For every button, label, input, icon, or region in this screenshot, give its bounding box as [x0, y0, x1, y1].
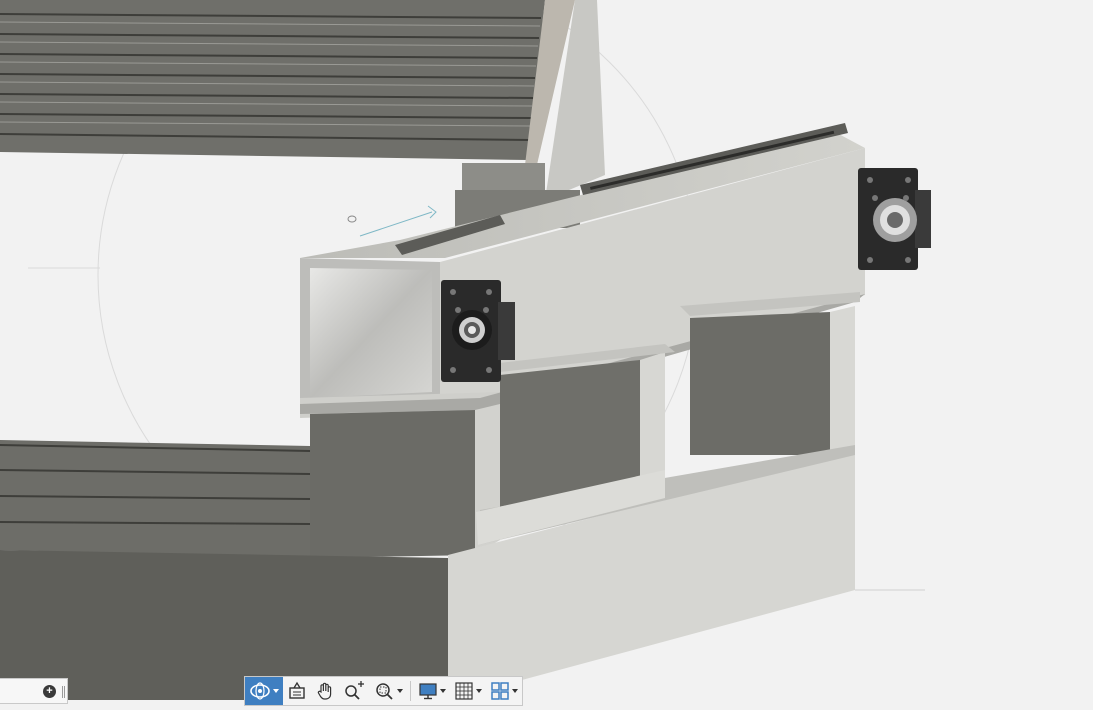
model-viewport[interactable]	[0, 0, 1093, 710]
display-tools	[414, 677, 522, 705]
display-dropdown-caret[interactable]	[440, 689, 446, 693]
look-at-button[interactable]	[283, 677, 311, 705]
look-at-icon	[289, 681, 305, 699]
navigation-tools	[245, 677, 407, 705]
orbit-button[interactable]	[245, 677, 283, 705]
toolbar-divider	[410, 681, 411, 701]
pan-hand-icon	[317, 682, 332, 700]
sketch-point-marker	[347, 215, 357, 223]
grid-snaps-icon	[455, 682, 473, 700]
zoom-button[interactable]	[339, 677, 369, 705]
pan-button[interactable]	[311, 677, 339, 705]
panel-grip-icon[interactable]	[62, 686, 65, 698]
viewports-dropdown-caret[interactable]	[512, 689, 518, 693]
fit-dropdown-caret[interactable]	[397, 689, 403, 693]
orbit-icon	[250, 682, 270, 700]
grid-snaps-button[interactable]	[450, 677, 486, 705]
display-settings-icon	[419, 683, 437, 700]
display-settings-button[interactable]	[414, 677, 450, 705]
zoom-icon	[345, 681, 364, 700]
axis-arrow	[359, 205, 437, 237]
viewports-icon	[491, 682, 509, 700]
navigation-bar	[244, 676, 523, 706]
upper-extrusion	[0, 0, 545, 160]
orbit-dropdown-caret[interactable]	[273, 689, 279, 693]
comments-panel: +	[0, 678, 68, 704]
viewports-button[interactable]	[486, 677, 522, 705]
fit-window-button[interactable]	[369, 677, 407, 705]
grid-dropdown-caret[interactable]	[476, 689, 482, 693]
fit-window-icon	[376, 683, 393, 700]
bearing-block-rear	[858, 168, 931, 270]
plus-circle-icon[interactable]: +	[43, 685, 56, 698]
